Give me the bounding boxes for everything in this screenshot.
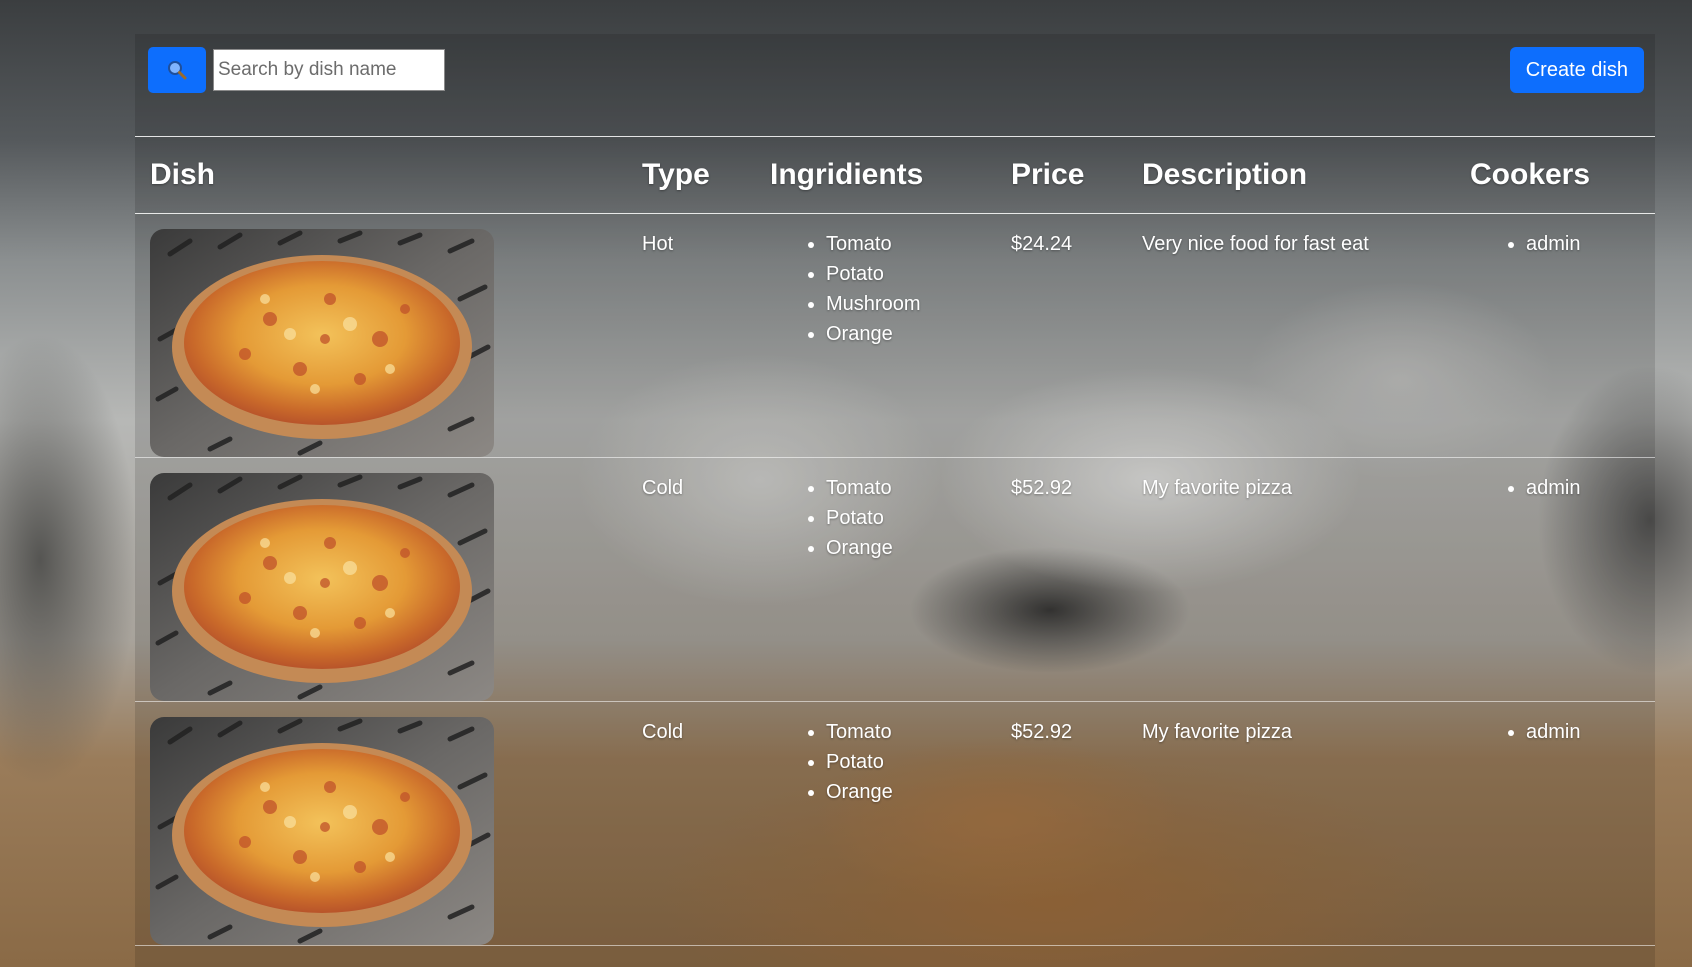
ingredient-item: Potato — [826, 747, 981, 777]
table-row: HotTomatoPotatoMushroomOrange$24.24Very … — [135, 213, 1655, 458]
ingredient-item: Tomato — [826, 717, 981, 747]
ingredients-list: TomatoPotatoOrange — [770, 473, 981, 563]
dish-cell — [135, 213, 627, 458]
pizza-image — [150, 229, 494, 457]
ingredient-item: Orange — [826, 777, 981, 807]
header-description: Description — [1127, 136, 1455, 214]
header-dish: Dish — [135, 136, 627, 214]
header-ingredients: Ingridients — [755, 136, 996, 214]
dish-price: $24.24 — [996, 213, 1127, 458]
cookers-list: admin — [1470, 473, 1640, 503]
dishes-table: Dish Type Ingridients Price Description … — [135, 136, 1655, 946]
dish-description: Very nice food for fast eat — [1127, 213, 1455, 458]
table-row: ColdTomatoPotatoOrange$52.92My favorite … — [135, 701, 1655, 946]
cooker-item: admin — [1526, 473, 1640, 503]
dish-ingredients: TomatoPotatoMushroomOrange — [755, 213, 996, 458]
search-input[interactable] — [213, 49, 445, 91]
dish-cookers: admin — [1455, 457, 1655, 702]
ingredient-item: Orange — [826, 533, 981, 563]
pizza-photo — [150, 473, 494, 701]
dish-price: $52.92 — [996, 701, 1127, 946]
cookers-list: admin — [1470, 229, 1640, 259]
create-dish-button[interactable]: Create dish — [1509, 47, 1644, 93]
search-icon — [168, 61, 187, 80]
header-cookers: Cookers — [1455, 136, 1655, 214]
dish-price: $52.92 — [996, 457, 1127, 702]
ingredients-list: TomatoPotatoMushroomOrange — [770, 229, 981, 349]
dish-type: Cold — [627, 701, 755, 946]
dish-ingredients: TomatoPotatoOrange — [755, 701, 996, 946]
dish-cell — [135, 457, 627, 702]
table-body: HotTomatoPotatoMushroomOrange$24.24Very … — [135, 213, 1655, 946]
dish-description: My favorite pizza — [1127, 457, 1455, 702]
ingredient-item: Potato — [826, 503, 981, 533]
pizza-photo — [150, 229, 494, 457]
ingredient-item: Mushroom — [826, 289, 981, 319]
table-header-row: Dish Type Ingridients Price Description … — [135, 136, 1655, 214]
table-row: ColdTomatoPotatoOrange$52.92My favorite … — [135, 457, 1655, 702]
ingredient-item: Orange — [826, 319, 981, 349]
ingredients-list: TomatoPotatoOrange — [770, 717, 981, 807]
ingredient-item: Tomato — [826, 473, 981, 503]
header-price: Price — [996, 136, 1127, 214]
pizza-image — [150, 717, 494, 945]
dish-cell — [135, 701, 627, 946]
dish-type: Hot — [627, 213, 755, 458]
cooker-item: admin — [1526, 229, 1640, 259]
dish-cookers: admin — [1455, 701, 1655, 946]
ingredient-item: Potato — [826, 259, 981, 289]
dish-ingredients: TomatoPotatoOrange — [755, 457, 996, 702]
cookers-list: admin — [1470, 717, 1640, 747]
pizza-image — [150, 473, 494, 701]
dish-type: Cold — [627, 457, 755, 702]
cooker-item: admin — [1526, 717, 1640, 747]
header-type: Type — [627, 136, 755, 214]
toolbar: Create dish — [148, 47, 1644, 95]
pizza-photo — [150, 717, 494, 945]
dish-description: My favorite pizza — [1127, 701, 1455, 946]
search-button[interactable] — [148, 47, 206, 93]
dish-cookers: admin — [1455, 213, 1655, 458]
ingredient-item: Tomato — [826, 229, 981, 259]
